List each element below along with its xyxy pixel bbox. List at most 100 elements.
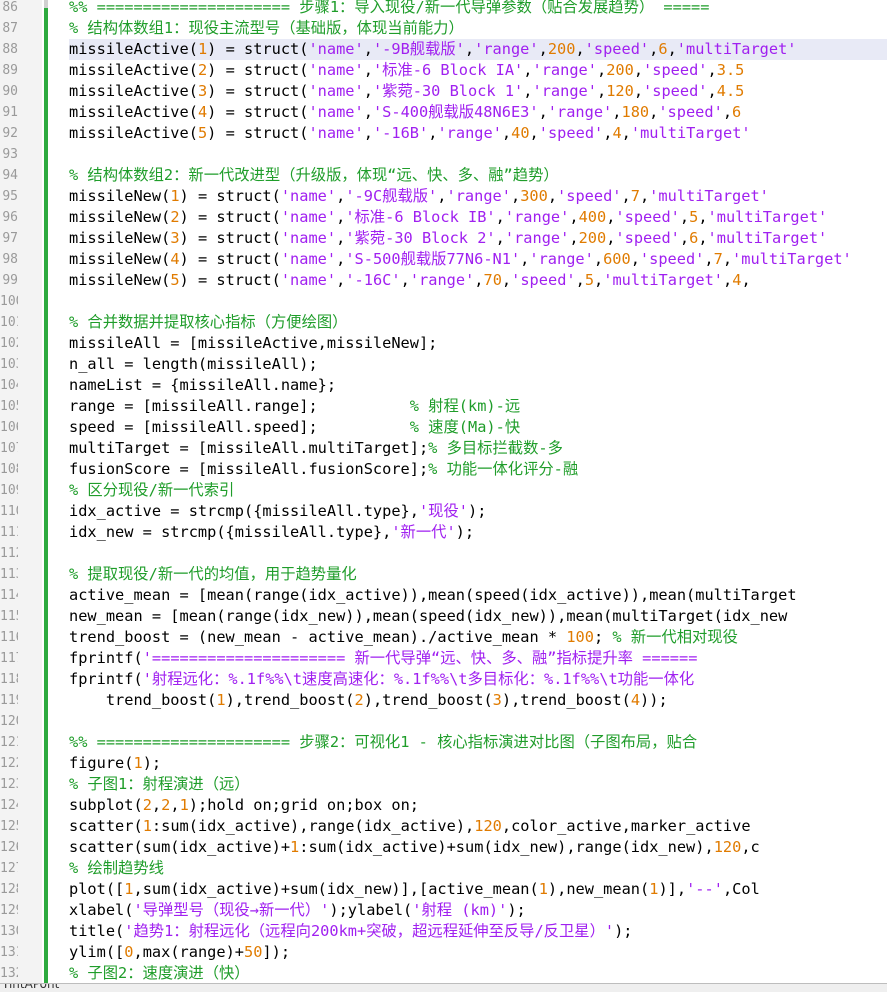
- code-line[interactable]: 120: [0, 711, 887, 732]
- code-line[interactable]: 94 % 结构体数组2：新一代改进型（升级版，体现“远、快、多、融”趋势）: [0, 165, 887, 186]
- code-line[interactable]: 114 active_mean = [mean(range(idx_active)…: [0, 585, 887, 606]
- code-token: ,: [667, 40, 677, 58]
- code-line[interactable]: 89 missileActive(2) = struct('name','标准-6…: [0, 60, 887, 81]
- code-token: 'range': [437, 124, 502, 142]
- code-token: 'speed': [615, 229, 680, 247]
- line-code: % 区分现役/新一代索引: [69, 480, 887, 501]
- code-line[interactable]: 126 scatter(sum(idx_active)+1:sum(idx_act…: [0, 837, 887, 858]
- code-token: 7: [713, 250, 723, 268]
- code-line[interactable]: 115 new_mean = [mean(range(idx_new)),mean…: [0, 606, 887, 627]
- line-code: %% ===================== 步骤2：可视化1 - 核心指标…: [69, 732, 887, 753]
- line-number: 110: [0, 504, 18, 519]
- code-line[interactable]: 132 % 子图2：速度演进（快）: [0, 963, 887, 984]
- code-line[interactable]: 108 fusionScore = [missileAll.fusionScore…: [0, 459, 887, 480]
- code-line[interactable]: 110 idx_active = strcmp({missileAll.type}…: [0, 501, 887, 522]
- code-token: 'multiTarget': [707, 229, 828, 247]
- code-token: 'speed': [557, 187, 622, 205]
- code-token: 4: [197, 103, 208, 121]
- code-line[interactable]: 112: [0, 543, 887, 564]
- code-token: 'range': [532, 82, 597, 100]
- code-line[interactable]: 105 range = [missileAll.range]; % 射程(km)-…: [0, 396, 887, 417]
- code-line[interactable]: 117 fprintf('===================== 新一代导弹“…: [0, 648, 887, 669]
- code-line[interactable]: 125 scatter(1:sum(idx_active),range(idx_a…: [0, 816, 887, 837]
- line-code: idx_new = strcmp({missileAll.type},'新一代'…: [69, 522, 887, 543]
- code-line[interactable]: 96 missileNew(2) = struct('name','标准-6 Bl…: [0, 207, 887, 228]
- line-code: fprintf('射程远化：%.1f%%\t速度高速化：%.1f%%\t多目标化…: [69, 669, 887, 690]
- code-line[interactable]: 98 missileNew(4) = struct('name','S-500舰载…: [0, 249, 887, 270]
- code-token: ,: [596, 82, 607, 100]
- code-line[interactable]: 106 speed = [missileAll.speed]; % 速度(Ma)-…: [0, 417, 887, 438]
- code-token: 120: [474, 817, 502, 835]
- code-line[interactable]: 102 missileAll = [missileActive,missileNe…: [0, 333, 887, 354]
- code-line[interactable]: 97 missileNew(3) = struct('name','紫菀-30 B…: [0, 228, 887, 249]
- line-number: 132: [0, 966, 18, 981]
- code-line[interactable]: 122 figure(1);: [0, 753, 887, 774]
- line-number: 97: [2, 231, 18, 246]
- line-code: nameList = {missileAll.name};: [69, 375, 887, 396]
- code-line[interactable]: 90 missileActive(3) = struct('name','紫菀-3…: [0, 81, 887, 102]
- line-number: 104: [0, 378, 18, 393]
- line-code: missileNew(3) = struct('name','紫菀-30 Blo…: [69, 228, 887, 249]
- code-token: 'name': [280, 250, 337, 268]
- code-token: scatter(sum(idx_active)+: [69, 838, 291, 856]
- code-line[interactable]: 100: [0, 291, 887, 312]
- line-code: fusionScore = [missileAll.fusionScore];%…: [69, 459, 887, 480]
- line-code: subplot(2,2,1);hold on;grid on;box on;: [69, 795, 887, 816]
- line-number: 90: [2, 84, 18, 99]
- code-editor[interactable]: 86 %% ===================== 步骤1：导入现役/新一代导…: [0, 0, 887, 984]
- code-token: ,: [151, 796, 162, 814]
- code-token: 'speed': [538, 124, 604, 142]
- code-token: 3: [170, 229, 180, 247]
- code-token: active_mean = [mean(range(idx_active)),m…: [69, 586, 797, 604]
- code-token: 'speed': [639, 250, 705, 268]
- code-line[interactable]: 91 missileActive(4) = struct('name','S-40…: [0, 102, 887, 123]
- code-token: ,: [722, 103, 733, 121]
- code-line[interactable]: 86 %% ===================== 步骤1：导入现役/新一代导…: [0, 0, 887, 18]
- line-code: title('趋势1：射程远化（远程向200km+突破，超远程延伸至反导/反卫星…: [69, 921, 887, 942]
- code-line[interactable]: 118 fprintf('射程远化：%.1f%%\t速度高速化：%.1f%%\t多…: [0, 669, 887, 690]
- code-line[interactable]: 124subplot(2,2,1);hold on;grid on;box on…: [0, 795, 887, 816]
- code-token: ]);: [262, 943, 291, 961]
- line-number: 130: [0, 924, 18, 939]
- code-line[interactable]: 104 nameList = {missileAll.name};: [0, 375, 887, 396]
- code-line[interactable]: 131 ylim([0,max(range)+50]);: [0, 942, 887, 963]
- code-line[interactable]: 101 % 合并数据并提取核心指标（方便绘图）: [0, 312, 887, 333]
- code-token: ,: [501, 271, 512, 289]
- line-code: % 结构体数组2：新一代改进型（升级版，体现“远、快、多、融”趋势）: [69, 165, 887, 186]
- code-token: % 新一代相对现役: [612, 628, 738, 646]
- code-line[interactable]: 92 missileActive(5) = struct('name','-16B…: [0, 123, 887, 144]
- code-token: 'S-500舰载版77N6-N1': [345, 250, 521, 268]
- code-line[interactable]: 93: [0, 144, 887, 165]
- code-line[interactable]: 121 %% ===================== 步骤2：可视化1 - 核…: [0, 732, 887, 753]
- code-line[interactable]: 111 idx_new = strcmp({missileAll.type},'新…: [0, 522, 887, 543]
- code-line[interactable]: 130 title('趋势1：射程远化（远程向200km+突破，超远程延伸至反导/…: [0, 921, 887, 942]
- code-line[interactable]: 103 n_all = length(missileAll);: [0, 354, 887, 375]
- code-line[interactable]: 88 missileActive(1) = struct('name','-9B舰…: [0, 39, 887, 60]
- line-number: 93: [2, 147, 18, 162]
- code-token: ,: [723, 271, 733, 289]
- code-line[interactable]: 127 % 绘制趋势线: [0, 858, 887, 879]
- line-code: % 合并数据并提取核心指标（方便绘图）: [69, 312, 887, 333]
- code-line[interactable]: 87 % 结构体数组1：现役主流型号（基础版，体现当前能力）: [0, 18, 887, 39]
- code-token: % 绘制趋势线: [69, 859, 164, 877]
- code-line[interactable]: 116 trend_boost = (new_mean - active_mean…: [0, 627, 887, 648]
- code-token: ,: [464, 40, 475, 58]
- code-line[interactable]: 113 % 提取现役/新一代的均值，用于趋势量化: [0, 564, 887, 585]
- line-number: 122: [0, 756, 18, 771]
- code-line[interactable]: 123 % 子图1：射程演进（远）: [0, 774, 887, 795]
- code-line[interactable]: 99 missileNew(5) = struct('name','-16C','…: [0, 270, 887, 291]
- code-line[interactable]: 107 multiTarget = [missileAll.multiTarget…: [0, 438, 887, 459]
- code-line[interactable]: 95 missileNew(1) = struct('name','-9C舰载版'…: [0, 186, 887, 207]
- code-line[interactable]: 129 xlabel('导弹型号（现役→新一代）');ylabel('射程 (km…: [0, 900, 887, 921]
- code-line[interactable]: 119 trend_boost(1),trend_boost(2),trend_…: [0, 690, 887, 711]
- code-token: ;: [593, 628, 613, 646]
- code-token: %% ===================== 步骤2：可视化1 - 核心指标…: [69, 733, 698, 751]
- code-line[interactable]: 109 % 区分现役/新一代索引: [0, 480, 887, 501]
- code-token: );: [614, 922, 633, 940]
- line-number: 121: [0, 735, 18, 750]
- code-token: );ylabel(: [329, 901, 413, 919]
- code-line[interactable]: 128 plot([1,sum(idx_active)+sum(idx_new)]…: [0, 879, 887, 900]
- code-token: );: [455, 523, 475, 541]
- code-token: 'S-400舰载版48N6E3': [372, 103, 539, 121]
